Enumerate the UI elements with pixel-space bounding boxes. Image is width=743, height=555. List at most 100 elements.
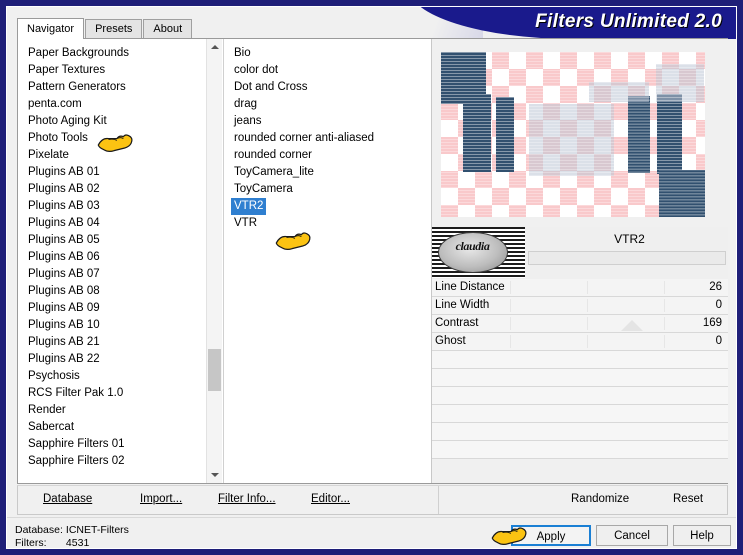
list-item[interactable]: Sabercat — [18, 419, 222, 436]
database-button[interactable]: Database — [43, 493, 92, 505]
filter-header: claudia VTR2 — [432, 227, 728, 279]
main-panel: Paper Backgrounds Paper Textures Pattern… — [17, 38, 728, 484]
apply-button[interactable]: Apply — [511, 525, 591, 546]
randomize-button[interactable]: Randomize — [571, 493, 629, 505]
list-item[interactable]: Plugins AB 21 — [18, 334, 222, 351]
preview-bar — [496, 97, 514, 172]
list-item[interactable]: jeans — [224, 113, 431, 130]
tab-presets[interactable]: Presets — [85, 19, 143, 38]
param-value: 169 — [702, 317, 722, 329]
status-filters-label: Filters: — [15, 537, 47, 549]
list-item[interactable]: color dot — [224, 62, 431, 79]
list-item[interactable]: rounded corner anti-aliased — [224, 130, 431, 147]
param-row[interactable] — [432, 405, 728, 423]
action-bar: Database Import... Filter Info... Editor… — [17, 485, 728, 515]
cancel-button[interactable]: Cancel — [596, 525, 668, 546]
list-item[interactable]: Sapphire Filters 02 — [18, 453, 222, 470]
status-bar: Database: ICNET-Filters Filters: 4531 Ap… — [7, 517, 736, 549]
app-window: Filters Unlimited 2.0 Navigator Presets … — [0, 0, 743, 555]
filter-preview-image[interactable] — [441, 52, 705, 217]
list-item[interactable]: Plugins AB 02 — [18, 181, 222, 198]
list-item[interactable]: ToyCamera — [224, 181, 431, 198]
chevron-up-icon — [210, 45, 219, 49]
param-value: 0 — [715, 299, 722, 311]
list-item[interactable]: drag — [224, 96, 431, 113]
preview-bar — [628, 96, 650, 173]
category-list-pane: Paper Backgrounds Paper Textures Pattern… — [18, 39, 222, 483]
list-item[interactable]: Plugins AB 10 — [18, 317, 222, 334]
list-item-vtr2[interactable]: VTR2 — [231, 198, 267, 215]
editor-button[interactable]: Editor... — [311, 493, 350, 505]
import-button[interactable]: Import... — [140, 493, 182, 505]
scrollbar-thumb[interactable] — [208, 349, 221, 391]
claudia-watermark-logo: claudia — [432, 227, 525, 278]
list-item[interactable]: Photo Tools — [18, 130, 222, 147]
reset-button[interactable]: Reset — [673, 493, 703, 505]
list-item[interactable]: Pattern Generators — [18, 79, 222, 96]
param-row[interactable] — [432, 351, 728, 369]
help-button[interactable]: Help — [673, 525, 731, 546]
preview-ghost-box — [529, 104, 614, 176]
param-label: Line Distance — [435, 281, 505, 293]
selected-filter-title: VTR2 — [614, 232, 645, 246]
status-filters: Filters: 4531 — [15, 537, 89, 549]
app-title: Filters Unlimited 2.0 — [535, 11, 722, 32]
preset-slider-bar[interactable] — [528, 251, 726, 265]
tab-navigator[interactable]: Navigator — [17, 18, 85, 39]
title-banner: Filters Unlimited 2.0 — [413, 7, 736, 39]
list-item[interactable]: rounded corner — [224, 147, 431, 164]
param-row[interactable]: Line Distance 26 — [432, 279, 728, 297]
list-item[interactable]: Paper Backgrounds — [18, 45, 222, 62]
list-item[interactable]: ToyCamera_lite — [224, 164, 431, 181]
filter-info-button[interactable]: Filter Info... — [218, 493, 276, 505]
param-row[interactable]: Ghost 0 — [432, 333, 728, 351]
list-item[interactable]: Plugins AB 05 — [18, 232, 222, 249]
list-item[interactable]: Photo Aging Kit — [18, 113, 222, 130]
scroll-up-button[interactable] — [207, 39, 222, 55]
window-client-area: Filters Unlimited 2.0 Navigator Presets … — [6, 6, 737, 549]
list-item[interactable]: Sapphire Filters 01 — [18, 436, 222, 453]
param-row[interactable]: Line Width 0 — [432, 297, 728, 315]
list-item[interactable]: Plugins AB 06 — [18, 249, 222, 266]
param-row[interactable] — [432, 441, 728, 459]
list-item[interactable]: Pixelate — [18, 147, 222, 164]
parameter-list: Line Distance 26 Line Width 0 Contrast 1… — [432, 279, 728, 483]
param-row[interactable] — [432, 423, 728, 441]
list-item[interactable]: VTR — [224, 215, 431, 232]
hand-pointer-icon — [275, 232, 311, 250]
preview-bar — [659, 170, 705, 217]
list-item[interactable]: Plugins AB 08 — [18, 283, 222, 300]
param-row[interactable]: Contrast 169 — [432, 315, 728, 333]
list-item[interactable]: Plugins AB 22 — [18, 351, 222, 368]
status-database-label: Database: — [15, 524, 63, 536]
filter-list[interactable]: Bio color dot Dot and Cross drag jeans r… — [224, 45, 431, 232]
list-item[interactable]: Plugins AB 04 — [18, 215, 222, 232]
param-slider-marker[interactable] — [621, 320, 643, 331]
filter-list-pane: Bio color dot Dot and Cross drag jeans r… — [223, 39, 431, 483]
param-row[interactable] — [432, 387, 728, 405]
list-item[interactable]: Render — [18, 402, 222, 419]
category-list[interactable]: Paper Backgrounds Paper Textures Pattern… — [18, 45, 222, 470]
list-item[interactable]: Psychosis — [18, 368, 222, 385]
preview-bar — [463, 94, 491, 172]
scroll-down-button[interactable] — [207, 467, 222, 483]
list-item[interactable]: Bio — [224, 45, 431, 62]
list-item[interactable]: Plugins AB 07 — [18, 266, 222, 283]
chevron-down-icon — [210, 473, 219, 477]
list-item-penta-com[interactable]: penta.com — [18, 96, 222, 113]
preview-ghost-box — [656, 64, 704, 102]
list-item[interactable]: Plugins AB 01 — [18, 164, 222, 181]
param-value: 26 — [709, 281, 722, 293]
list-item[interactable]: RCS Filter Pak 1.0 — [18, 385, 222, 402]
list-item[interactable]: Plugins AB 03 — [18, 198, 222, 215]
tab-strip: Navigator Presets About — [17, 18, 193, 39]
param-label: Contrast — [435, 317, 479, 329]
list-item[interactable]: Paper Textures — [18, 62, 222, 79]
param-label: Ghost — [435, 335, 466, 347]
category-scrollbar[interactable] — [206, 39, 222, 483]
list-item[interactable]: Dot and Cross — [224, 79, 431, 96]
list-item[interactable]: Plugins AB 09 — [18, 300, 222, 317]
param-row[interactable] — [432, 369, 728, 387]
list-item-row-vtr2: VTR2 — [224, 198, 431, 215]
tab-about[interactable]: About — [143, 19, 193, 38]
